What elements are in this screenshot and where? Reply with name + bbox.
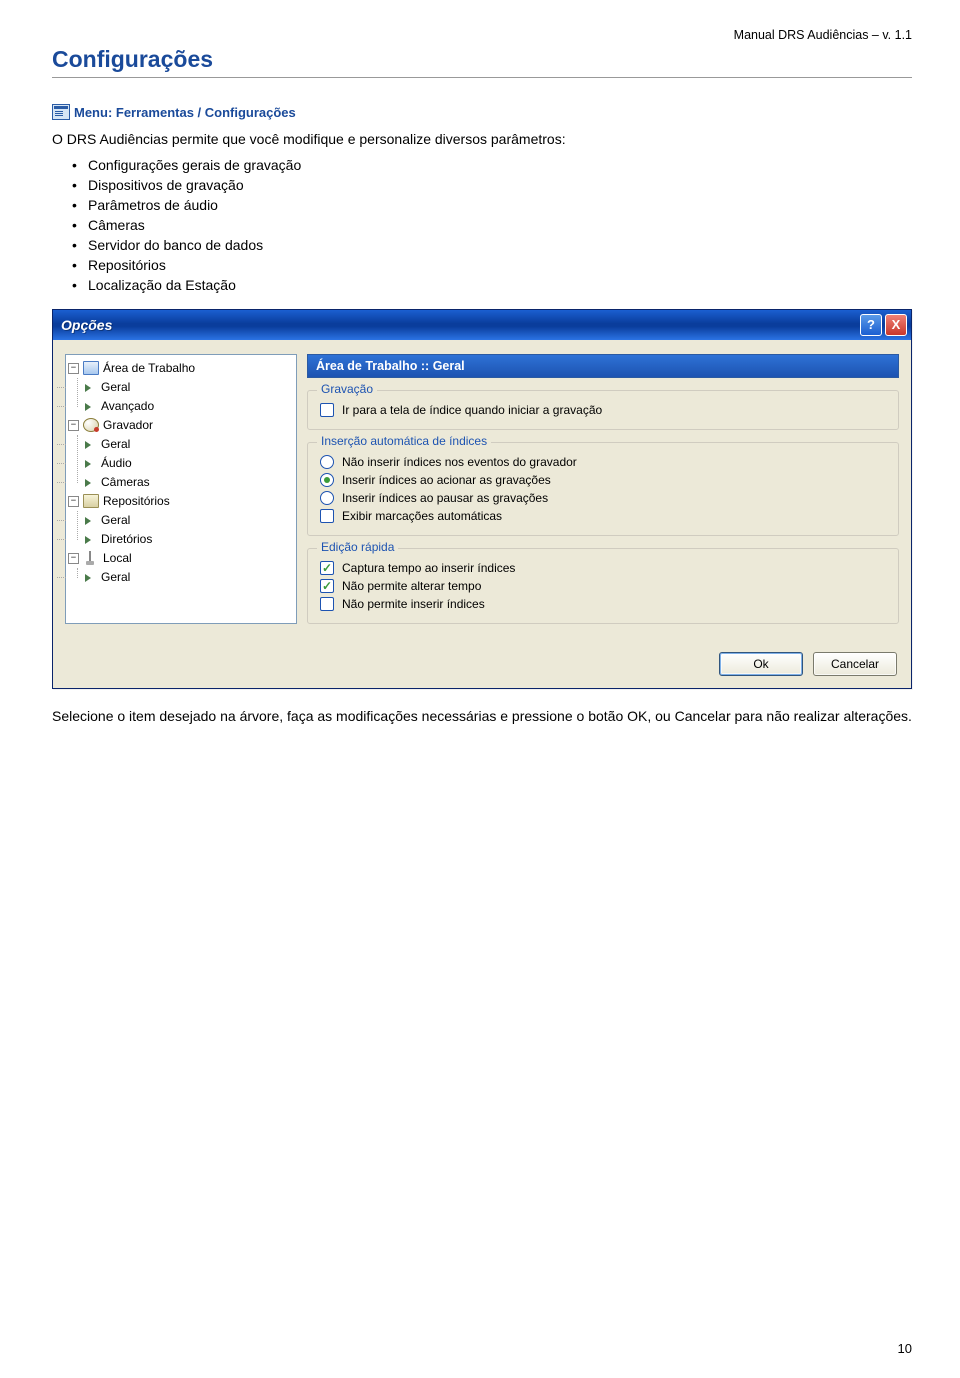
help-button[interactable]: ? xyxy=(860,314,882,336)
arrow-icon xyxy=(83,399,97,413)
list-item: Câmeras xyxy=(88,215,912,235)
expand-toggle[interactable]: − xyxy=(68,363,79,374)
group-edicao: Edição rápida Captura tempo ao inserir í… xyxy=(307,548,899,624)
list-item: Configurações gerais de gravação xyxy=(88,155,912,175)
list-item: Repositórios xyxy=(88,255,912,275)
option-label: Ir para a tela de índice quando iniciar … xyxy=(342,403,602,417)
tree-node[interactable]: Avançado xyxy=(101,399,154,413)
tree-node-local[interactable]: Local xyxy=(103,551,132,565)
expand-toggle[interactable]: − xyxy=(68,420,79,431)
checkbox[interactable] xyxy=(320,579,334,593)
tree-node-workspace[interactable]: Área de Trabalho xyxy=(103,361,195,375)
local-icon xyxy=(83,551,99,565)
list-item: Dispositivos de gravação xyxy=(88,175,912,195)
option-label: Inserir índices ao pausar as gravações xyxy=(342,491,548,505)
param-list: Configurações gerais de gravação Disposi… xyxy=(52,155,912,295)
tree-node[interactable]: Geral xyxy=(101,380,130,394)
tree-node[interactable]: Geral xyxy=(101,570,130,584)
doc-header: Manual DRS Audiências – v. 1.1 xyxy=(52,0,912,42)
group-title: Edição rápida xyxy=(317,540,398,554)
dialog-title: Opções xyxy=(61,317,112,333)
group-gravacao: Gravação Ir para a tela de índice quando… xyxy=(307,390,899,430)
tree-node-recorder[interactable]: Gravador xyxy=(103,418,153,432)
tree-node-repos[interactable]: Repositórios xyxy=(103,494,170,508)
options-tree[interactable]: − Área de Trabalho Geral Avançado xyxy=(65,354,297,624)
titlebar[interactable]: Opções ? X xyxy=(53,310,911,340)
workspace-icon xyxy=(83,361,99,375)
group-title: Gravação xyxy=(317,382,377,396)
arrow-icon xyxy=(83,513,97,527)
cancel-button[interactable]: Cancelar xyxy=(813,652,897,676)
window-icon xyxy=(52,104,70,120)
arrow-icon xyxy=(83,570,97,584)
option-label: Captura tempo ao inserir índices xyxy=(342,561,515,575)
group-title: Inserção automática de índices xyxy=(317,434,491,448)
arrow-icon xyxy=(83,380,97,394)
tree-node[interactable]: Geral xyxy=(101,437,130,451)
list-item: Parâmetros de áudio xyxy=(88,195,912,215)
arrow-icon xyxy=(83,456,97,470)
group-insercao: Inserção automática de índices Não inser… xyxy=(307,442,899,536)
page-number: 10 xyxy=(898,1341,912,1356)
checkbox[interactable] xyxy=(320,561,334,575)
recorder-icon xyxy=(83,418,99,432)
tree-node[interactable]: Câmeras xyxy=(101,475,150,489)
arrow-icon xyxy=(83,437,97,451)
panel-heading: Área de Trabalho :: Geral xyxy=(307,354,899,378)
repositories-icon xyxy=(83,494,99,508)
tree-node[interactable]: Geral xyxy=(101,513,130,527)
radio[interactable] xyxy=(320,491,334,505)
intro-text: O DRS Audiências permite que você modifi… xyxy=(52,130,912,149)
title-rule xyxy=(52,77,912,78)
radio[interactable] xyxy=(320,473,334,487)
option-label: Exibir marcações automáticas xyxy=(342,509,502,523)
list-item: Servidor do banco de dados xyxy=(88,235,912,255)
ok-button[interactable]: Ok xyxy=(719,652,803,676)
close-button[interactable]: X xyxy=(885,314,907,336)
menu-path: Menu: Ferramentas / Configurações xyxy=(74,105,296,120)
arrow-icon xyxy=(83,475,97,489)
checkbox[interactable] xyxy=(320,509,334,523)
arrow-icon xyxy=(83,532,97,546)
list-item: Localização da Estação xyxy=(88,275,912,295)
section-title: Configurações xyxy=(52,46,912,73)
option-label: Não inserir índices nos eventos do grava… xyxy=(342,455,577,469)
radio[interactable] xyxy=(320,455,334,469)
expand-toggle[interactable]: − xyxy=(68,553,79,564)
tree-node[interactable]: Diretórios xyxy=(101,532,152,546)
checkbox[interactable] xyxy=(320,403,334,417)
option-label: Inserir índices ao acionar as gravações xyxy=(342,473,551,487)
checkbox[interactable] xyxy=(320,597,334,611)
expand-toggle[interactable]: − xyxy=(68,496,79,507)
option-label: Não permite inserir índices xyxy=(342,597,485,611)
instructions-text: Selecione o item desejado na árvore, faç… xyxy=(52,707,912,726)
options-dialog: Opções ? X − Área de Trabalho xyxy=(52,309,912,689)
tree-node[interactable]: Áudio xyxy=(101,456,132,470)
option-label: Não permite alterar tempo xyxy=(342,579,481,593)
